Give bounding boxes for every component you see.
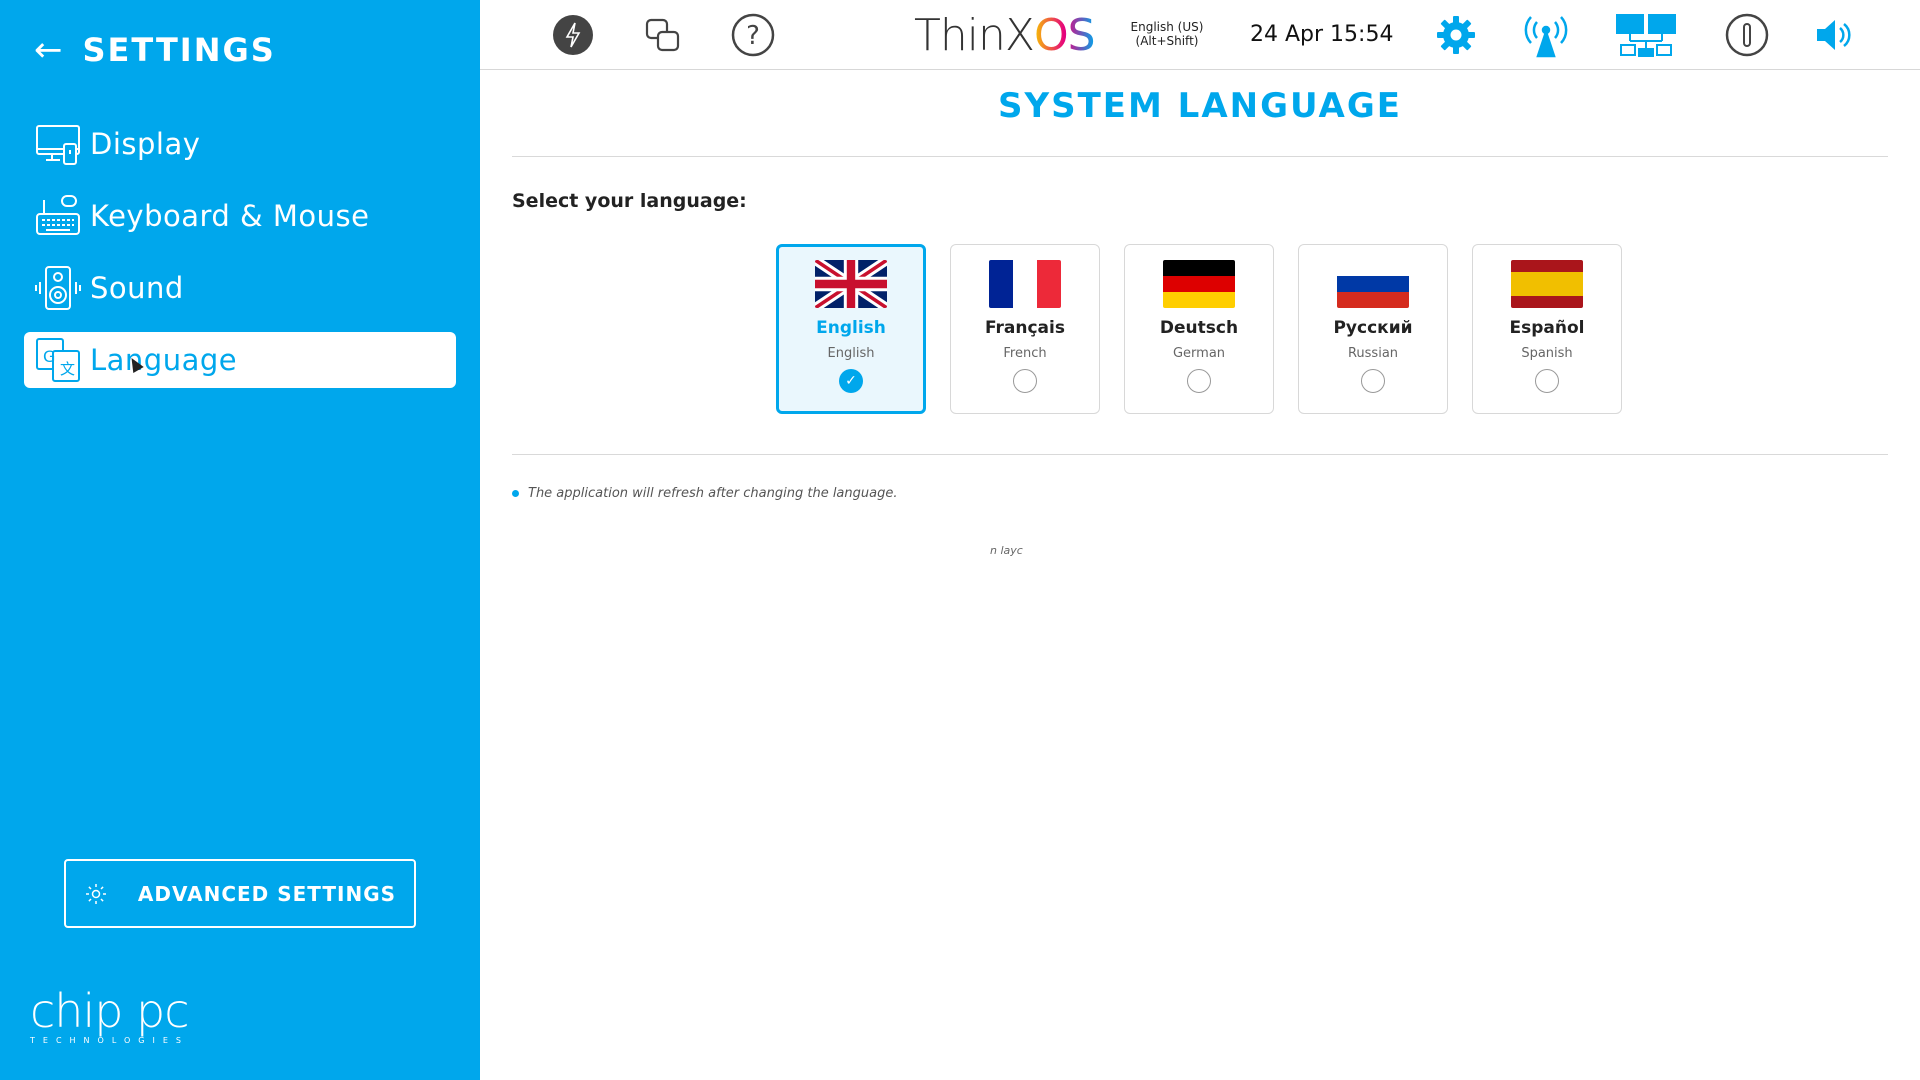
- help-icon[interactable]: ?: [730, 12, 776, 58]
- sidebar-nav: Display Keyboard & Mouse Sound G 文 Langu…: [24, 116, 456, 404]
- language-english-name: English: [827, 346, 875, 361]
- russia-flag-icon: [1337, 260, 1409, 308]
- advanced-settings-label: ADVANCED SETTINGS: [137, 881, 397, 906]
- language-card-russian[interactable]: Русский Russian: [1298, 244, 1448, 414]
- radio-unchecked-icon[interactable]: [1013, 369, 1037, 393]
- language-name: Español: [1509, 318, 1585, 338]
- brand-subtitle: TECHNOLOGIES: [30, 1036, 189, 1045]
- advanced-settings-button[interactable]: ADVANCED SETTINGS: [64, 859, 416, 928]
- keyboard-mouse-icon: [34, 192, 82, 240]
- page-title: SYSTEM LANGUAGE: [997, 86, 1403, 126]
- sidebar-item-language[interactable]: G 文 Language: [24, 332, 456, 388]
- wireless-icon[interactable]: [1523, 12, 1569, 58]
- divider: [512, 454, 1888, 455]
- germany-flag-icon: [1163, 260, 1235, 308]
- sidebar-item-keyboard-mouse[interactable]: Keyboard & Mouse: [24, 188, 456, 244]
- sidebar-item-display[interactable]: Display: [24, 116, 456, 172]
- gear-icon: [85, 883, 106, 904]
- thinxos-logo: ThinXOS: [914, 10, 1096, 61]
- windows-icon[interactable]: [640, 12, 686, 58]
- info-icon[interactable]: [1724, 12, 1770, 58]
- sidebar-item-sound[interactable]: Sound: [24, 260, 456, 316]
- main-content: SYSTEM LANGUAGE Select your language: En…: [480, 70, 1920, 1080]
- language-name: Deutsch: [1159, 318, 1239, 338]
- top-bar: ? ThinXOS English (US) (Alt+Shift) 24 Ap…: [480, 0, 1920, 70]
- language-english-name: French: [1003, 346, 1047, 361]
- sidebar-title: SETTINGS: [82, 31, 276, 69]
- spain-flag-icon: [1511, 260, 1583, 308]
- divider: [512, 156, 1888, 157]
- language-english-name: Spanish: [1521, 346, 1573, 361]
- volume-icon[interactable]: [1810, 12, 1856, 58]
- select-language-label: Select your language:: [512, 190, 747, 212]
- france-flag-icon: [989, 260, 1061, 308]
- settings-icon[interactable]: [1433, 12, 1479, 58]
- language-card-french[interactable]: Français French: [950, 244, 1100, 414]
- language-name: Français: [985, 318, 1065, 338]
- language-english-name: German: [1172, 346, 1226, 361]
- uk-flag-icon: [815, 260, 887, 308]
- radio-checked-icon[interactable]: ✓: [839, 369, 863, 393]
- bullet-icon: [512, 490, 519, 497]
- chippc-logo: chip pc TECHNOLOGIES: [30, 984, 190, 1045]
- language-card-english[interactable]: English English ✓: [776, 244, 926, 414]
- datetime-display: 24 Apr 15:54: [1250, 22, 1394, 47]
- svg-text:G: G: [43, 347, 55, 366]
- text-fragment: n layc: [990, 544, 1023, 557]
- language-options: English English ✓ Français French Deutsc…: [776, 244, 1622, 414]
- radio-unchecked-icon[interactable]: [1535, 369, 1559, 393]
- translate-icon: G 文: [34, 336, 82, 384]
- back-button[interactable]: ← SETTINGS: [34, 28, 276, 72]
- language-card-german[interactable]: Deutsch German: [1124, 244, 1274, 414]
- arrow-left-icon: ←: [34, 30, 63, 70]
- settings-sidebar: ← SETTINGS Display Keyboard & Mouse Soun…: [0, 0, 480, 1080]
- keyboard-layout-indicator[interactable]: English (US) (Alt+Shift): [1126, 20, 1208, 48]
- sidebar-item-label: Language: [90, 343, 238, 377]
- radio-unchecked-icon[interactable]: [1187, 369, 1211, 393]
- keyboard-layout-line1: English (US): [1130, 20, 1204, 34]
- language-name: English: [816, 318, 886, 338]
- power-icon[interactable]: [550, 12, 596, 58]
- display-icon: [34, 120, 82, 168]
- note-text: The application will refresh after chang…: [528, 486, 898, 501]
- language-english-name: Russian: [1347, 346, 1399, 361]
- keyboard-layout-line2: (Alt+Shift): [1135, 34, 1199, 48]
- language-card-spanish[interactable]: Español Spanish: [1472, 244, 1622, 414]
- svg-text:文: 文: [60, 360, 75, 378]
- svg-text:?: ?: [746, 21, 760, 51]
- sidebar-item-label: Sound: [90, 271, 184, 305]
- speaker-icon: [34, 264, 82, 312]
- network-icon[interactable]: [1615, 12, 1679, 58]
- refresh-note: The application will refresh after chang…: [512, 486, 897, 501]
- brand-name: chip pc: [30, 984, 190, 1038]
- language-name: Русский: [1333, 318, 1413, 338]
- sidebar-item-label: Display: [90, 127, 201, 161]
- sidebar-item-label: Keyboard & Mouse: [90, 199, 370, 233]
- radio-unchecked-icon[interactable]: [1361, 369, 1385, 393]
